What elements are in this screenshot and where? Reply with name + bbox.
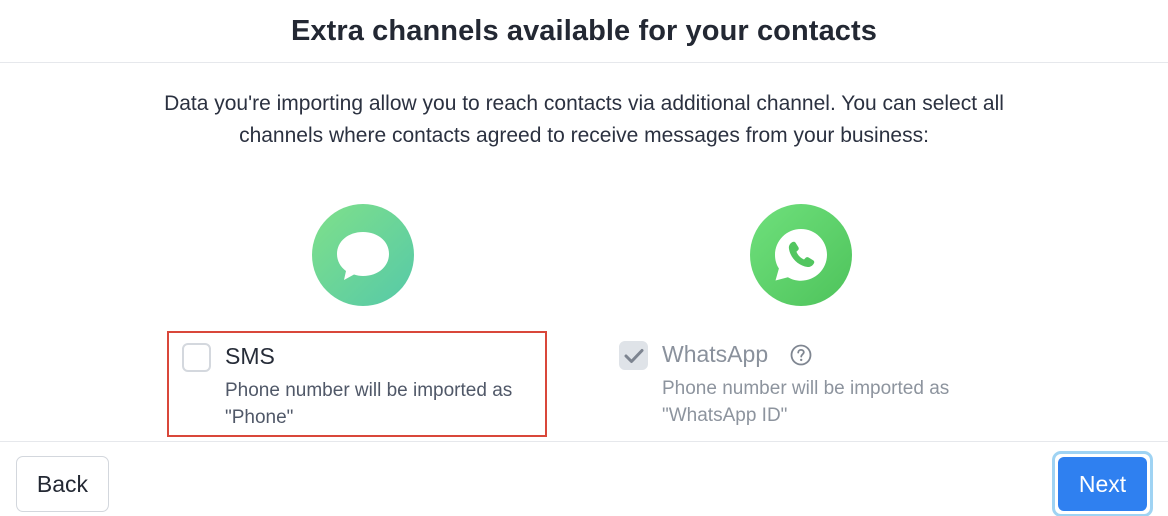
whatsapp-icon — [750, 204, 852, 306]
sms-description: Phone number will be imported as "Phone" — [225, 380, 513, 428]
next-button[interactable]: Next — [1058, 457, 1147, 511]
sms-label: SMS — [225, 343, 275, 369]
dialog-footer: Back Next — [0, 441, 1168, 516]
page-title: Extra channels available for your contac… — [290, 14, 878, 47]
sms-checkbox[interactable] — [182, 343, 211, 372]
whatsapp-description: Phone number will be imported as "WhatsA… — [662, 378, 950, 426]
question-circle-icon[interactable] — [790, 344, 812, 371]
intro-line-2: channels where contacts agreed to receiv… — [239, 124, 929, 147]
intro-text: Data you're importing allow you to reach… — [40, 88, 1128, 152]
whatsapp-checkbox — [619, 341, 648, 370]
whatsapp-label: WhatsApp — [662, 341, 769, 367]
sms-chat-bubble-icon — [312, 204, 414, 306]
intro-line-1: Data you're importing allow you to reach… — [164, 92, 1004, 115]
back-button[interactable]: Back — [16, 456, 109, 512]
next-button-focus-ring: Next — [1052, 451, 1153, 516]
whatsapp-channel-option: WhatsApp Phone number will be imported a… — [606, 331, 986, 437]
sms-channel-option[interactable]: SMS Phone number will be imported as "Ph… — [167, 331, 547, 437]
dialog-header: Extra channels available for your contac… — [0, 0, 1168, 63]
checkmark-icon — [624, 348, 643, 363]
